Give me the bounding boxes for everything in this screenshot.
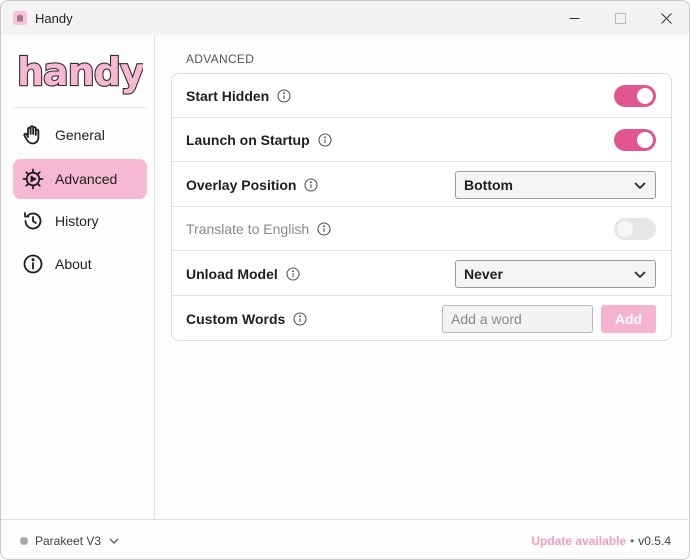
toggle-knob [637, 87, 653, 104]
setting-label: Overlay Position [186, 176, 297, 193]
overlay-position-select[interactable]: Bottom [455, 170, 656, 199]
window-title: Handy [35, 10, 73, 26]
sidebar: handy General Advanced History About [1, 35, 155, 519]
close-button[interactable] [643, 1, 689, 35]
toggle-knob [617, 220, 633, 237]
close-icon [660, 12, 672, 24]
sidebar-item-label: Advanced [55, 171, 118, 187]
chevron-down-icon[interactable] [109, 537, 119, 545]
toggle-knob [637, 131, 653, 148]
setting-translate-to-english: Translate to English [172, 207, 671, 251]
history-icon [21, 209, 45, 233]
setting-label: Translate to English [186, 220, 310, 237]
app-window: Handy handy General Advanced History Abo… [0, 0, 690, 560]
start-hidden-toggle[interactable] [614, 84, 656, 107]
maximize-button[interactable] [597, 1, 643, 35]
custom-word-input[interactable] [442, 305, 593, 333]
setting-label: Custom Words [186, 311, 286, 327]
cog-icon [21, 167, 45, 191]
status-bar: Parakeet V3 Update available • v0.5.4 [1, 519, 689, 559]
add-word-button[interactable]: Add [601, 305, 656, 333]
settings-card: Start Hidden Launch on Startup Overlay P… [171, 73, 672, 341]
info-icon[interactable] [318, 132, 332, 147]
unload-model-select[interactable]: Never [455, 259, 656, 288]
maximize-icon [614, 12, 626, 24]
select-value: Bottom [464, 176, 513, 193]
setting-start-hidden: Start Hidden [172, 74, 671, 118]
info-icon[interactable] [293, 312, 307, 326]
info-icon[interactable] [286, 266, 300, 281]
sidebar-item-history[interactable]: History [13, 201, 147, 241]
setting-label: Unload Model [186, 265, 278, 282]
version-label: v0.5.4 [638, 533, 671, 548]
chevron-down-icon [634, 181, 646, 189]
svg-text:handy: handy [17, 50, 143, 94]
translate-to-english-toggle[interactable] [614, 217, 656, 240]
minimize-icon [569, 17, 579, 19]
sidebar-item-label: About [55, 256, 92, 272]
info-icon[interactable] [304, 177, 319, 192]
title-bar[interactable]: Handy [1, 1, 689, 35]
minimize-button[interactable] [551, 1, 597, 35]
chevron-down-icon [634, 270, 646, 278]
sidebar-item-label: History [55, 213, 99, 229]
setting-label: Start Hidden [186, 87, 270, 104]
update-available-link[interactable]: Update available [531, 534, 626, 548]
launch-on-startup-toggle[interactable] [614, 128, 656, 151]
setting-overlay-position: Overlay Position Bottom [172, 163, 671, 207]
window-controls [551, 1, 689, 35]
setting-label: Launch on Startup [186, 131, 310, 148]
model-selector-label[interactable]: Parakeet V3 [35, 534, 101, 548]
sidebar-item-about[interactable]: About [13, 244, 147, 284]
info-icon[interactable] [317, 221, 331, 236]
version-info: Update available • v0.5.4 [531, 534, 671, 548]
section-title: ADVANCED [186, 52, 255, 66]
select-value: Never [464, 265, 503, 282]
sidebar-item-advanced[interactable]: Advanced [13, 159, 147, 199]
setting-unload-model: Unload Model Never [172, 252, 671, 296]
sidebar-item-general[interactable]: General [13, 115, 147, 155]
sidebar-item-label: General [55, 127, 105, 143]
model-status-dot [20, 536, 28, 545]
info-circle-icon [21, 252, 45, 276]
separator: • [630, 533, 635, 548]
setting-launch-on-startup: Launch on Startup [172, 118, 671, 162]
setting-custom-words: Custom Words Add [172, 297, 671, 341]
info-icon[interactable] [277, 88, 291, 103]
sidebar-divider [13, 107, 147, 108]
handy-logo: handy [16, 49, 143, 95]
app-hand-icon [13, 11, 27, 25]
hand-icon [21, 123, 45, 147]
